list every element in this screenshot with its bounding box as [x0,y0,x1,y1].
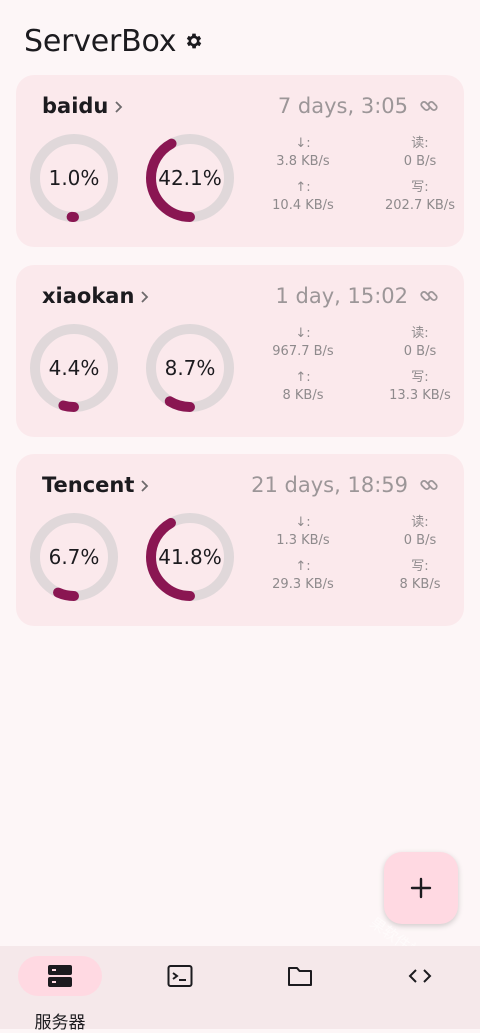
disk-read-stat: 读: 0 B/s [403,136,437,169]
net-down-stat: ↓: 967.7 B/s [272,326,334,359]
link-icon[interactable] [418,285,440,307]
nav-item-files[interactable] [256,956,346,1026]
add-server-button[interactable] [384,852,458,924]
cpu-percent-label: 6.7% [48,545,100,569]
server-card[interactable]: Tencent 21 days, 18:59 6.7% 41.8% ↓: 1.3 … [16,454,464,626]
bottom-navigation: 服务器 [0,946,480,1033]
disk-read-stat: 读: 0 B/s [403,515,437,548]
nav-label-servers: 服务器 [34,1013,86,1033]
plus-icon [410,877,432,899]
disk-read-stat: 读: 0 B/s [403,326,437,359]
cpu-percent-label: 4.4% [48,356,100,380]
net-down-stat: ↓: 3.8 KB/s [276,136,330,169]
disk-write-stat: 写: 8 KB/s [399,559,441,592]
uptime-text: 1 day, 15:02 [275,284,408,308]
nav-item-terminal[interactable] [136,956,226,1026]
nav-item-servers[interactable]: 服务器 [16,956,106,1033]
memory-percent-label: 8.7% [164,356,216,380]
server-name[interactable]: Tencent [42,470,150,500]
server-card[interactable]: baidu 7 days, 3:05 1.0% 42.1% ↓: 3.8 KB/s… [16,75,464,247]
server-name[interactable]: baidu [42,91,124,121]
uptime-text: 21 days, 18:59 [251,473,408,497]
app-title: ServerBox [24,23,177,59]
server-name[interactable]: xiaokan [42,281,150,311]
chevron-right-icon [141,291,149,303]
net-up-stat: ↑: 29.3 KB/s [272,559,334,592]
folder-icon [288,967,312,986]
net-down-stat: ↓: 1.3 KB/s [276,515,330,548]
cpu-gauge: 4.4% [27,321,121,415]
memory-percent-label: 41.8% [158,545,222,569]
chevron-right-icon [141,480,149,492]
nav-item-snippets[interactable] [376,956,466,1026]
terminal-icon [167,965,193,987]
cpu-gauge: 6.7% [27,510,121,604]
net-up-stat: ↑: 10.4 KB/s [272,180,334,213]
net-up-stat: ↑: 8 KB/s [282,370,324,403]
disk-write-stat: 写: 13.3 KB/s [389,370,451,403]
memory-gauge: 42.1% [143,131,237,225]
disk-write-stat: 写: 202.7 KB/s [385,180,455,213]
code-icon [408,969,432,983]
server-card[interactable]: xiaokan 1 day, 15:02 4.4% 8.7% ↓: 967.7 B… [16,265,464,437]
server-icon [48,965,72,987]
app-header: ServerBox [24,18,204,64]
link-icon[interactable] [418,95,440,117]
memory-gauge: 8.7% [143,321,237,415]
cpu-percent-label: 1.0% [48,166,100,190]
uptime-text: 7 days, 3:05 [277,94,408,118]
memory-gauge: 41.8% [143,510,237,604]
memory-percent-label: 42.1% [158,166,222,190]
link-icon[interactable] [418,474,440,496]
chevron-right-icon [115,101,123,113]
gear-icon[interactable] [184,31,204,51]
cpu-gauge: 1.0% [27,131,121,225]
